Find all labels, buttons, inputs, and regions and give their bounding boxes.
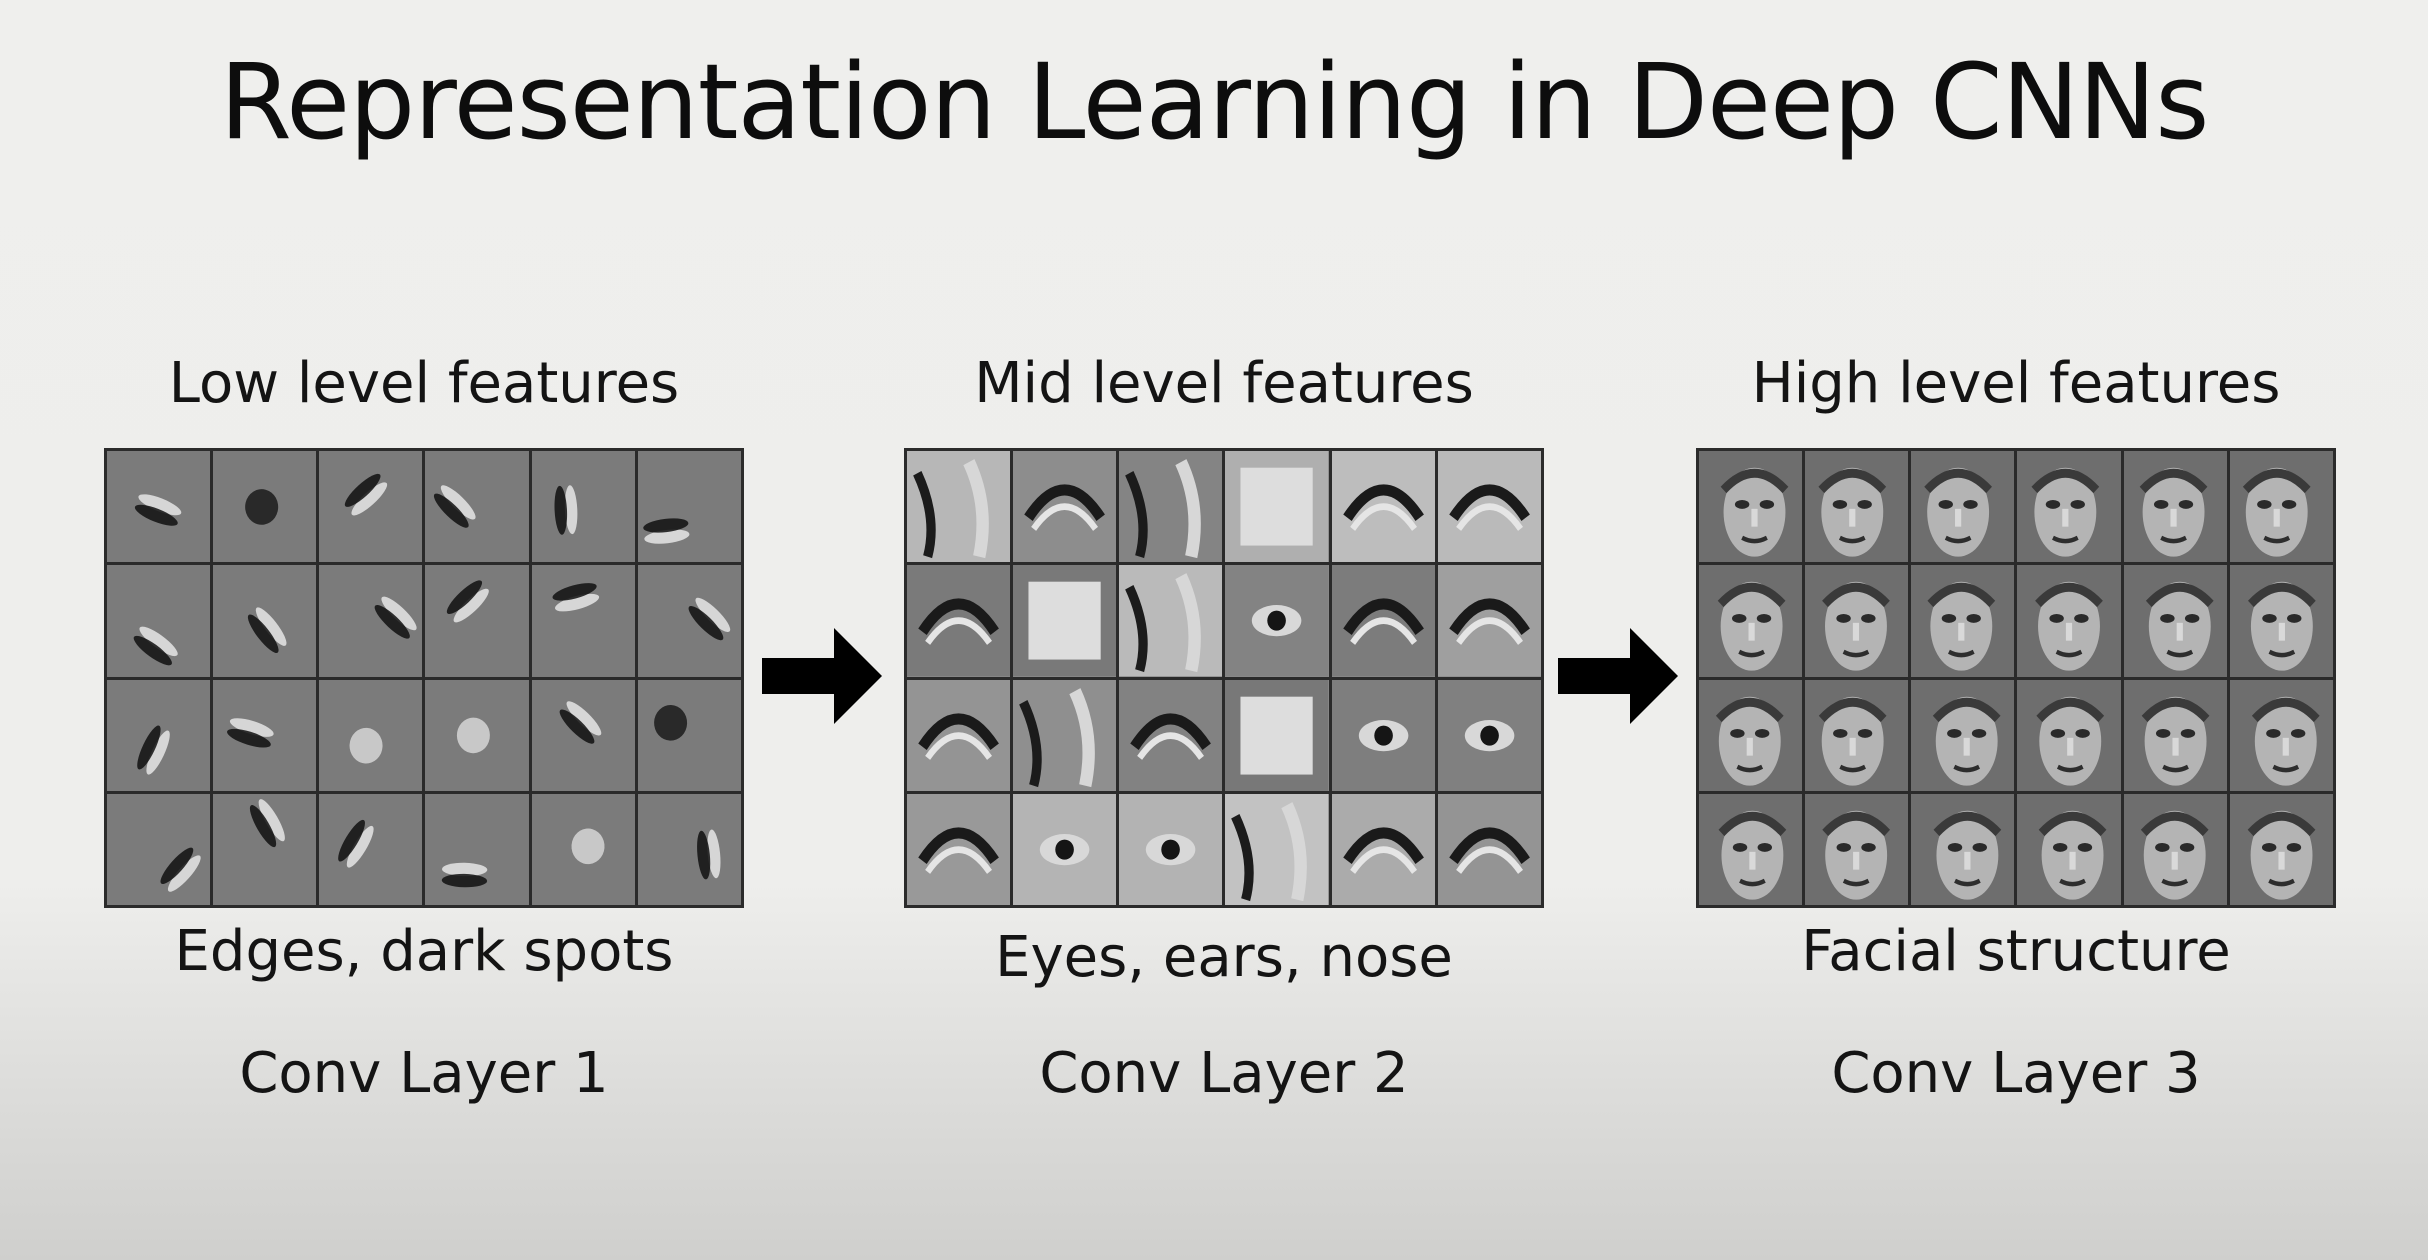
facial-part-cell: [1119, 679, 1223, 791]
face-cell: [2229, 679, 2333, 791]
facial-part-cell: [1013, 679, 1117, 791]
stage-low-level: Low level features Edges, dark spots Con…: [104, 350, 744, 1130]
edge-filter-cell: [107, 565, 211, 677]
stage-caption: Facial structure: [1801, 919, 2231, 984]
right-arrow-icon: [762, 628, 882, 724]
edge-filter-cell: [213, 679, 317, 791]
facial-part-cell: [1331, 565, 1435, 677]
face-cell: [1699, 679, 1803, 791]
facial-part-cell: [1331, 793, 1435, 905]
facial-part-cell: [1013, 451, 1117, 563]
facial-part-cell: [1437, 451, 1541, 563]
face-cell: [2123, 679, 2227, 791]
mid-level-feature-grid: [904, 448, 1544, 908]
face-cell: [2123, 793, 2227, 905]
edge-filter-cell: [319, 793, 423, 905]
facial-part-cell: [1013, 793, 1117, 905]
edge-filter-cell: [213, 451, 317, 563]
face-cell: [1911, 451, 2015, 563]
edge-filter-cell: [213, 793, 317, 905]
facial-part-cell: [1331, 679, 1435, 791]
slide-title: Representation Learning in Deep CNNs: [219, 41, 2210, 163]
stage-heading: Low level features: [168, 351, 680, 416]
edge-filter-cell: [637, 679, 741, 791]
stage-layer-label: Conv Layer 1: [239, 1041, 609, 1106]
edge-filter-cell: [531, 451, 635, 563]
face-cell: [1911, 565, 2015, 677]
face-cell: [1805, 565, 1909, 677]
slide: Representation Learning in Deep CNNs Low…: [0, 0, 2428, 1260]
facial-part-cell: [907, 793, 1011, 905]
facial-part-cell: [1225, 793, 1329, 905]
facial-part-cell: [907, 679, 1011, 791]
low-level-feature-grid: [104, 448, 744, 908]
edge-filter-cell: [107, 451, 211, 563]
edge-filter-cell: [319, 565, 423, 677]
edge-filter-cell: [319, 679, 423, 791]
edge-filter-cell: [637, 451, 741, 563]
face-cell: [2229, 793, 2333, 905]
edge-filter-cell: [425, 793, 529, 905]
face-cell: [2017, 565, 2121, 677]
stage-caption: Eyes, ears, nose: [995, 925, 1453, 990]
edge-filter-cell: [531, 793, 635, 905]
face-cell: [1699, 451, 1803, 563]
face-cell: [1911, 793, 2015, 905]
edge-filter-cell: [531, 565, 635, 677]
facial-part-cell: [1437, 679, 1541, 791]
stage-mid-level: Mid level features Eyes, ears, nose Conv…: [904, 350, 1544, 1130]
edge-filter-cell: [425, 679, 529, 791]
face-cell: [2017, 679, 2121, 791]
facial-part-cell: [1013, 565, 1117, 677]
face-cell: [2123, 565, 2227, 677]
face-cell: [1805, 679, 1909, 791]
face-cell: [1699, 793, 1803, 905]
facial-part-cell: [907, 565, 1011, 677]
facial-part-cell: [1437, 793, 1541, 905]
edge-filter-cell: [107, 793, 211, 905]
facial-part-cell: [1225, 451, 1329, 563]
face-cell: [1805, 451, 1909, 563]
edge-filter-cell: [107, 679, 211, 791]
face-cell: [2229, 565, 2333, 677]
facial-part-cell: [1331, 451, 1435, 563]
edge-filter-cell: [213, 565, 317, 677]
edge-filter-cell: [425, 451, 529, 563]
facial-part-cell: [1119, 793, 1223, 905]
stage-layer-label: Conv Layer 3: [1831, 1041, 2201, 1106]
face-cell: [1805, 793, 1909, 905]
facial-part-cell: [1119, 565, 1223, 677]
facial-part-cell: [1119, 451, 1223, 563]
face-cell: [1699, 565, 1803, 677]
facial-part-cell: [1437, 565, 1541, 677]
stage-high-level: High level features Facial structure Con…: [1696, 350, 2336, 1130]
stage-layer-label: Conv Layer 2: [1039, 1041, 1409, 1106]
edge-filter-cell: [531, 679, 635, 791]
stage-heading: High level features: [1751, 351, 2281, 416]
face-cell: [2123, 451, 2227, 563]
right-arrow-icon: [1558, 628, 1678, 724]
facial-part-cell: [1225, 679, 1329, 791]
edge-filter-cell: [637, 565, 741, 677]
edge-filter-cell: [637, 793, 741, 905]
face-cell: [2229, 451, 2333, 563]
stage-heading: Mid level features: [974, 351, 1474, 416]
edge-filter-cell: [425, 565, 529, 677]
facial-part-cell: [1225, 565, 1329, 677]
face-cell: [2017, 451, 2121, 563]
edge-filter-cell: [319, 451, 423, 563]
face-cell: [1911, 679, 2015, 791]
facial-part-cell: [907, 451, 1011, 563]
high-level-feature-grid: [1696, 448, 2336, 908]
face-cell: [2017, 793, 2121, 905]
stage-caption: Edges, dark spots: [174, 919, 674, 984]
